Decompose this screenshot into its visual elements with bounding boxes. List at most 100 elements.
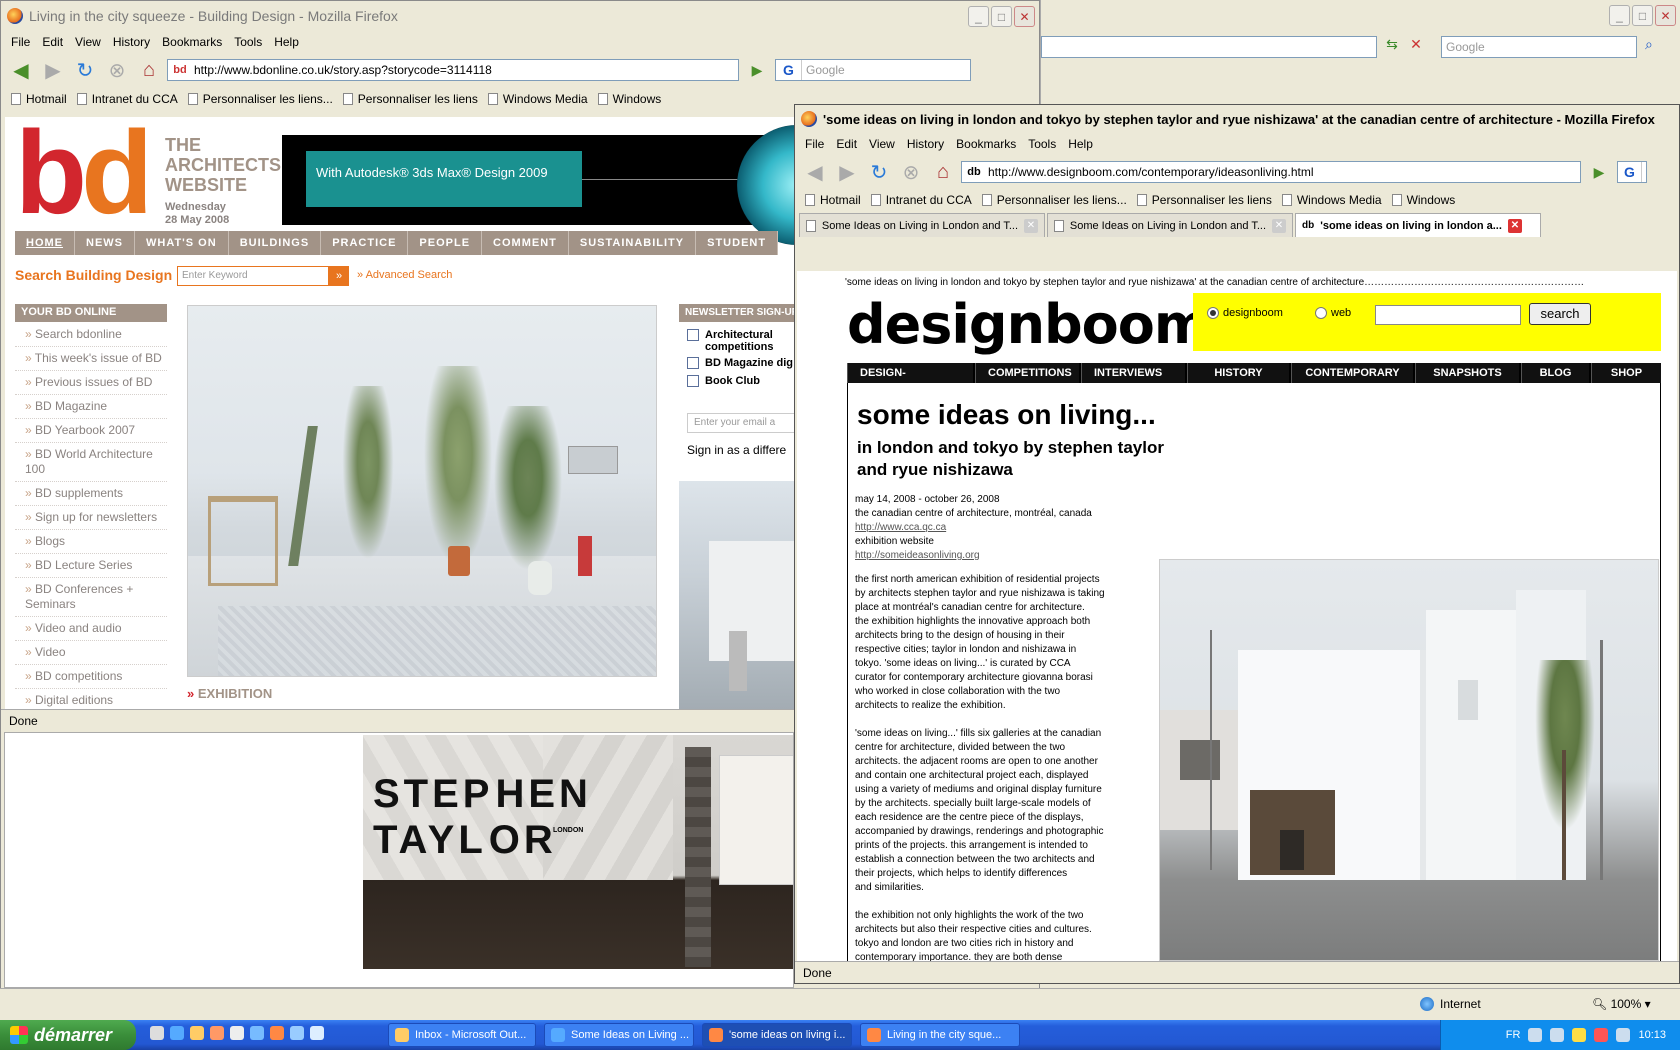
nav-practice[interactable]: PRACTICE (321, 231, 409, 255)
tray-icon[interactable] (1528, 1028, 1543, 1042)
go-icon[interactable]: ▶ (743, 57, 771, 83)
bookmark-item[interactable]: Intranet du CCA (76, 92, 178, 106)
forward-icon[interactable]: ▶ (39, 57, 67, 83)
side-photo[interactable] (679, 481, 799, 709)
cca-link[interactable]: http://www.cca.qc.ca (855, 521, 1092, 535)
close-tab-icon[interactable]: ✕ (1024, 218, 1038, 233)
nav-history[interactable]: HISTORY (1187, 363, 1289, 383)
newsletter-option[interactable]: BD Magazine dig (687, 357, 795, 369)
url-bar[interactable]: db http://www.designboom.com/contemporar… (961, 161, 1581, 183)
menu-tools[interactable]: Tools (230, 35, 270, 49)
your-bd-link[interactable]: Blogs (15, 530, 167, 554)
designboom-search-input[interactable] (1375, 305, 1521, 325)
quicklaunch-icon[interactable] (150, 1026, 164, 1040)
menu-help[interactable]: Help (1064, 137, 1101, 151)
start-button[interactable]: démarrer (0, 1020, 136, 1050)
menu-view[interactable]: View (865, 137, 903, 151)
bookmark-item[interactable]: Personnaliser les liens... (187, 92, 333, 106)
menu-tools[interactable]: Tools (1024, 137, 1064, 151)
checkbox[interactable] (687, 375, 699, 387)
tray-icon[interactable] (1550, 1028, 1565, 1042)
menu-history[interactable]: History (109, 35, 158, 49)
search-button[interactable]: search (1529, 303, 1591, 325)
bookmark-item[interactable]: Personnaliser les liens (1136, 193, 1272, 207)
your-bd-link[interactable]: BD World Architecture 100 (15, 443, 167, 482)
firefox-icon[interactable] (270, 1026, 284, 1040)
zoom-level[interactable]: 🔍︎ 100% ▾ (1592, 997, 1651, 1011)
reload-icon[interactable]: ↻ (71, 57, 99, 83)
newsletter-email-input[interactable]: Enter your email a (687, 413, 807, 433)
taskbar-button-firefox-designboom[interactable]: 'some ideas on living i... (702, 1023, 852, 1047)
bdonline-titlebar[interactable]: Living in the city squeeze - Building De… (1, 1, 1039, 31)
forward-icon[interactable]: ▶ (833, 159, 861, 185)
taskbar-button-firefox-bdonline[interactable]: Living in the city sque... (860, 1023, 1020, 1047)
nav-sustainability[interactable]: SUSTAINABILITY (569, 231, 697, 255)
designboom-titlebar[interactable]: 'some ideas on living in london and toky… (795, 105, 1679, 133)
exhibition-link[interactable]: http://someideasonliving.org (855, 549, 1092, 563)
stop-icon[interactable]: ⊗ (897, 159, 925, 185)
home-icon[interactable]: ⌂ (135, 57, 163, 83)
language-indicator[interactable]: FR (1506, 1029, 1521, 1041)
your-bd-link[interactable]: BD supplements (15, 482, 167, 506)
close-button[interactable]: ✕ (1655, 5, 1676, 26)
bookmark-item[interactable]: Personnaliser les liens... (981, 193, 1127, 207)
your-bd-link[interactable]: BD Conferences + Seminars (15, 578, 167, 617)
menu-bookmarks[interactable]: Bookmarks (952, 137, 1024, 151)
bd-search-go-button[interactable]: » (329, 266, 349, 286)
radio-designboom[interactable]: designboom (1207, 307, 1283, 319)
home-icon[interactable]: ⌂ (929, 159, 957, 185)
designboom-logo[interactable]: designboom® (847, 289, 1223, 356)
checkbox[interactable] (687, 357, 699, 369)
minimize-button[interactable]: _ (1609, 5, 1630, 26)
bd-logo[interactable]: bd (15, 117, 153, 232)
tab[interactable]: Some Ideas on Living in London and T... ✕ (799, 213, 1045, 237)
menu-edit[interactable]: Edit (832, 137, 865, 151)
nav-shop[interactable]: SHOP (1591, 363, 1661, 383)
your-bd-link[interactable]: Digital editions (15, 689, 167, 709)
url-bar[interactable] (1041, 36, 1377, 58)
media-icon[interactable] (230, 1026, 244, 1040)
bookmark-item[interactable]: Windows (597, 92, 661, 106)
your-bd-link[interactable]: Sign up for newsletters (15, 506, 167, 530)
volume-icon[interactable] (1616, 1028, 1631, 1042)
menu-file[interactable]: File (801, 137, 832, 151)
your-bd-link[interactable]: Previous issues of BD (15, 371, 167, 395)
maximize-button[interactable]: □ (1632, 5, 1653, 26)
white-house-photo[interactable] (1159, 559, 1659, 961)
nav-blog[interactable]: BLOG (1521, 363, 1589, 383)
url-bar[interactable]: bd http://www.bdonline.co.uk/story.asp?s… (167, 59, 739, 81)
advanced-search-link[interactable]: » Advanced Search (357, 269, 452, 281)
bookmark-item[interactable]: Windows Media (1281, 193, 1382, 207)
nav-people[interactable]: PEOPLE (408, 231, 483, 255)
nav-news[interactable]: NEWS (75, 231, 135, 255)
nav-buildings[interactable]: BUILDINGS (229, 231, 322, 255)
ie-icon[interactable] (170, 1026, 184, 1040)
menu-view[interactable]: View (71, 35, 109, 49)
your-bd-link[interactable]: BD Magazine (15, 395, 167, 419)
designboom-window[interactable]: 'some ideas on living in london and toky… (794, 104, 1680, 984)
menu-history[interactable]: History (903, 137, 952, 151)
reload-icon[interactable]: ↻ (865, 159, 893, 185)
sign-in-link[interactable]: Sign in as a differe (687, 443, 786, 457)
menu-edit[interactable]: Edit (38, 35, 71, 49)
nav-whats-on[interactable]: WHAT'S ON (135, 231, 229, 255)
your-bd-link[interactable]: BD competitions (15, 665, 167, 689)
stop-icon[interactable]: ⊗ (103, 57, 131, 83)
your-bd-link[interactable]: Search bdonline (15, 323, 167, 347)
quicklaunch-icon[interactable] (290, 1026, 304, 1040)
back-icon[interactable]: ◀ (801, 159, 829, 185)
search-box[interactable]: G (1617, 161, 1647, 183)
your-bd-link[interactable]: Video and audio (15, 617, 167, 641)
bookmark-item[interactable]: Hotmail (805, 193, 861, 207)
back-icon[interactable]: ◀ (7, 57, 35, 83)
quicklaunch-icon[interactable] (310, 1026, 324, 1040)
nav-competitions[interactable]: COMPETITIONS (975, 363, 1079, 383)
your-bd-link[interactable]: Video (15, 641, 167, 665)
autodesk-banner-ad[interactable]: With Autodesk® 3ds Max® Design 2009 (282, 125, 857, 245)
maximize-button[interactable]: □ (991, 6, 1012, 27)
nav-home[interactable]: HOME (15, 231, 75, 255)
nav-comment[interactable]: COMMENT (482, 231, 569, 255)
shield-icon[interactable] (1572, 1028, 1587, 1042)
nav-student[interactable]: STUDENT (696, 231, 779, 255)
refresh-icon[interactable]: ⇆ (1381, 36, 1403, 58)
